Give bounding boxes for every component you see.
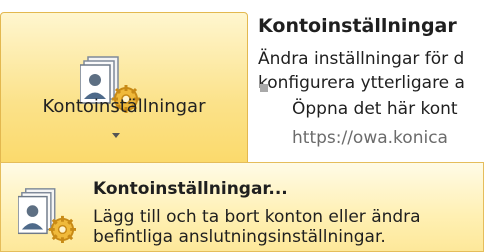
open-account-link[interactable]: Öppna det här kont: [292, 99, 458, 119]
bullet-icon: [260, 84, 268, 92]
menu-item-description: Lägg till och ta bort konton eller ändra…: [93, 207, 421, 247]
account-url[interactable]: https://owa.konica: [292, 128, 448, 148]
chevron-down-icon: [112, 133, 120, 138]
menu-item-title: Kontoinställningar...: [93, 179, 288, 199]
account-settings-menu-item[interactable]: Kontoinställningar... Lägg till och ta b…: [0, 162, 484, 252]
info-description-line-2: konfigurera ytterligare a: [258, 73, 465, 93]
ribbon-button-label: Kontoinställningar: [42, 96, 206, 117]
info-description-line-1: Ändra inställningar för d: [258, 49, 465, 69]
info-title: Kontoinställningar: [258, 15, 457, 37]
account-settings-icon: [18, 188, 76, 243]
account-settings-ribbon-button[interactable]: Kontoinställningar: [0, 12, 248, 177]
